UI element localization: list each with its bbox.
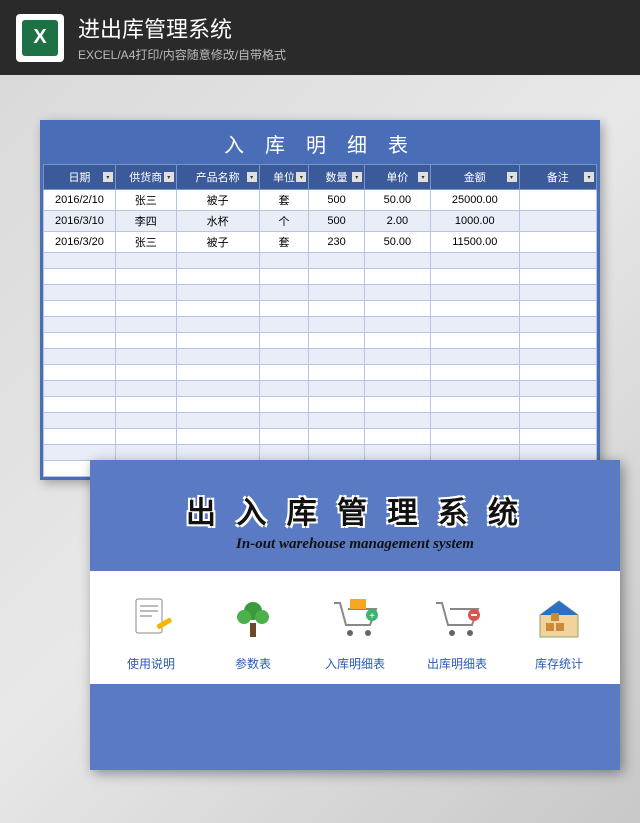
col-qty[interactable]: 数量▾ <box>309 165 364 190</box>
nav-item-label: 库存统计 <box>508 655 610 672</box>
table-row-empty[interactable] <box>44 429 597 445</box>
cell-product[interactable]: 被子 <box>176 232 259 253</box>
nav-item-doc[interactable]: 使用说明 <box>100 589 202 672</box>
filter-icon[interactable]: ▾ <box>584 172 594 182</box>
nav-icons-row: 使用说明参数表 + 入库明细表出库明细表库存统计 <box>90 571 620 684</box>
table-row[interactable]: 2016/3/10李四水杯个5002.001000.00 <box>44 211 597 232</box>
table-row-empty[interactable] <box>44 365 597 381</box>
nav-panel: 出 入 库 管 理 系 统 In-out warehouse managemen… <box>90 460 620 770</box>
cell-amount[interactable]: 25000.00 <box>431 190 519 211</box>
table-row-empty[interactable] <box>44 285 597 301</box>
col-unit[interactable]: 单位▾ <box>259 165 309 190</box>
nav-item-label: 入库明细表 <box>304 655 406 672</box>
filter-icon[interactable]: ▾ <box>164 172 174 182</box>
cell-supplier[interactable]: 张三 <box>115 190 176 211</box>
col-supplier[interactable]: 供货商▾ <box>115 165 176 190</box>
table-row-empty[interactable] <box>44 445 597 461</box>
nav-item-label: 使用说明 <box>100 655 202 672</box>
filter-icon[interactable]: ▾ <box>296 172 306 182</box>
cell-date[interactable]: 2016/3/10 <box>44 211 116 232</box>
nav-item-label: 参数表 <box>202 655 304 672</box>
col-amount[interactable]: 金额▾ <box>431 165 519 190</box>
nav-item-warehouse[interactable]: 库存统计 <box>508 589 610 672</box>
col-note[interactable]: 备注▾ <box>519 165 596 190</box>
col-product[interactable]: 产品名称▾ <box>176 165 259 190</box>
filter-icon[interactable]: ▾ <box>352 172 362 182</box>
table-row-empty[interactable] <box>44 317 597 333</box>
table-row-empty[interactable] <box>44 333 597 349</box>
cell-date[interactable]: 2016/3/20 <box>44 232 116 253</box>
table-row[interactable]: 2016/3/20张三被子套23050.0011500.00 <box>44 232 597 253</box>
sheet-preview: 入 库 明 细 表 日期▾ 供货商▾ 产品名称▾ 单位▾ 数量▾ 单价▾ 金额▾… <box>40 120 600 480</box>
excel-icon-letter: X <box>22 20 58 56</box>
nav-item-cart-out[interactable]: 出库明细表 <box>406 589 508 672</box>
doc-icon <box>100 589 202 647</box>
table-row-empty[interactable] <box>44 413 597 429</box>
header-text: 进出库管理系统 EXCEL/A4打印/内容随意修改/自带格式 <box>78 12 286 63</box>
filter-icon[interactable]: ▾ <box>247 172 257 182</box>
page-subtitle: EXCEL/A4打印/内容随意修改/自带格式 <box>78 46 286 63</box>
cell-price[interactable]: 50.00 <box>364 190 430 211</box>
cell-supplier[interactable]: 李四 <box>115 211 176 232</box>
col-price[interactable]: 单价▾ <box>364 165 430 190</box>
table-row-empty[interactable] <box>44 381 597 397</box>
cell-unit[interactable]: 套 <box>259 232 309 253</box>
cell-amount[interactable]: 11500.00 <box>431 232 519 253</box>
cell-supplier[interactable]: 张三 <box>115 232 176 253</box>
table-row-empty[interactable] <box>44 301 597 317</box>
page-title: 进出库管理系统 <box>78 12 286 44</box>
cell-note[interactable] <box>519 232 596 253</box>
filter-icon[interactable]: ▾ <box>418 172 428 182</box>
nav-item-tree[interactable]: 参数表 <box>202 589 304 672</box>
cell-product[interactable]: 水杯 <box>176 211 259 232</box>
cell-unit[interactable]: 个 <box>259 211 309 232</box>
cell-price[interactable]: 2.00 <box>364 211 430 232</box>
cell-note[interactable] <box>519 190 596 211</box>
table-row-empty[interactable] <box>44 397 597 413</box>
warehouse-icon <box>508 589 610 647</box>
cell-amount[interactable]: 1000.00 <box>431 211 519 232</box>
nav-item-label: 出库明细表 <box>406 655 508 672</box>
cart-out-icon <box>406 589 508 647</box>
cart-in-icon: + <box>304 589 406 647</box>
nav-item-cart-in[interactable]: + 入库明细表 <box>304 589 406 672</box>
table-header-row: 日期▾ 供货商▾ 产品名称▾ 单位▾ 数量▾ 单价▾ 金额▾ 备注▾ <box>44 165 597 190</box>
table-row-empty[interactable] <box>44 269 597 285</box>
svg-text:+: + <box>369 611 375 622</box>
excel-icon: X <box>16 14 64 62</box>
title-bar: X 进出库管理系统 EXCEL/A4打印/内容随意修改/自带格式 <box>0 0 640 75</box>
nav-title: 出 入 库 管 理 系 统 <box>90 460 620 536</box>
cell-qty[interactable]: 500 <box>309 190 364 211</box>
cell-note[interactable] <box>519 211 596 232</box>
table-row[interactable]: 2016/2/10张三被子套50050.0025000.00 <box>44 190 597 211</box>
tree-icon <box>202 589 304 647</box>
cell-date[interactable]: 2016/2/10 <box>44 190 116 211</box>
cell-price[interactable]: 50.00 <box>364 232 430 253</box>
nav-subtitle: In-out warehouse management system <box>90 536 620 553</box>
cell-unit[interactable]: 套 <box>259 190 309 211</box>
cell-product[interactable]: 被子 <box>176 190 259 211</box>
table-row-empty[interactable] <box>44 349 597 365</box>
col-date[interactable]: 日期▾ <box>44 165 116 190</box>
cell-qty[interactable]: 500 <box>309 211 364 232</box>
filter-icon[interactable]: ▾ <box>507 172 517 182</box>
detail-table: 日期▾ 供货商▾ 产品名称▾ 单位▾ 数量▾ 单价▾ 金额▾ 备注▾ 2016/… <box>43 164 597 477</box>
filter-icon[interactable]: ▾ <box>103 172 113 182</box>
sheet-title: 入 库 明 细 表 <box>43 123 597 164</box>
table-row-empty[interactable] <box>44 253 597 269</box>
cell-qty[interactable]: 230 <box>309 232 364 253</box>
